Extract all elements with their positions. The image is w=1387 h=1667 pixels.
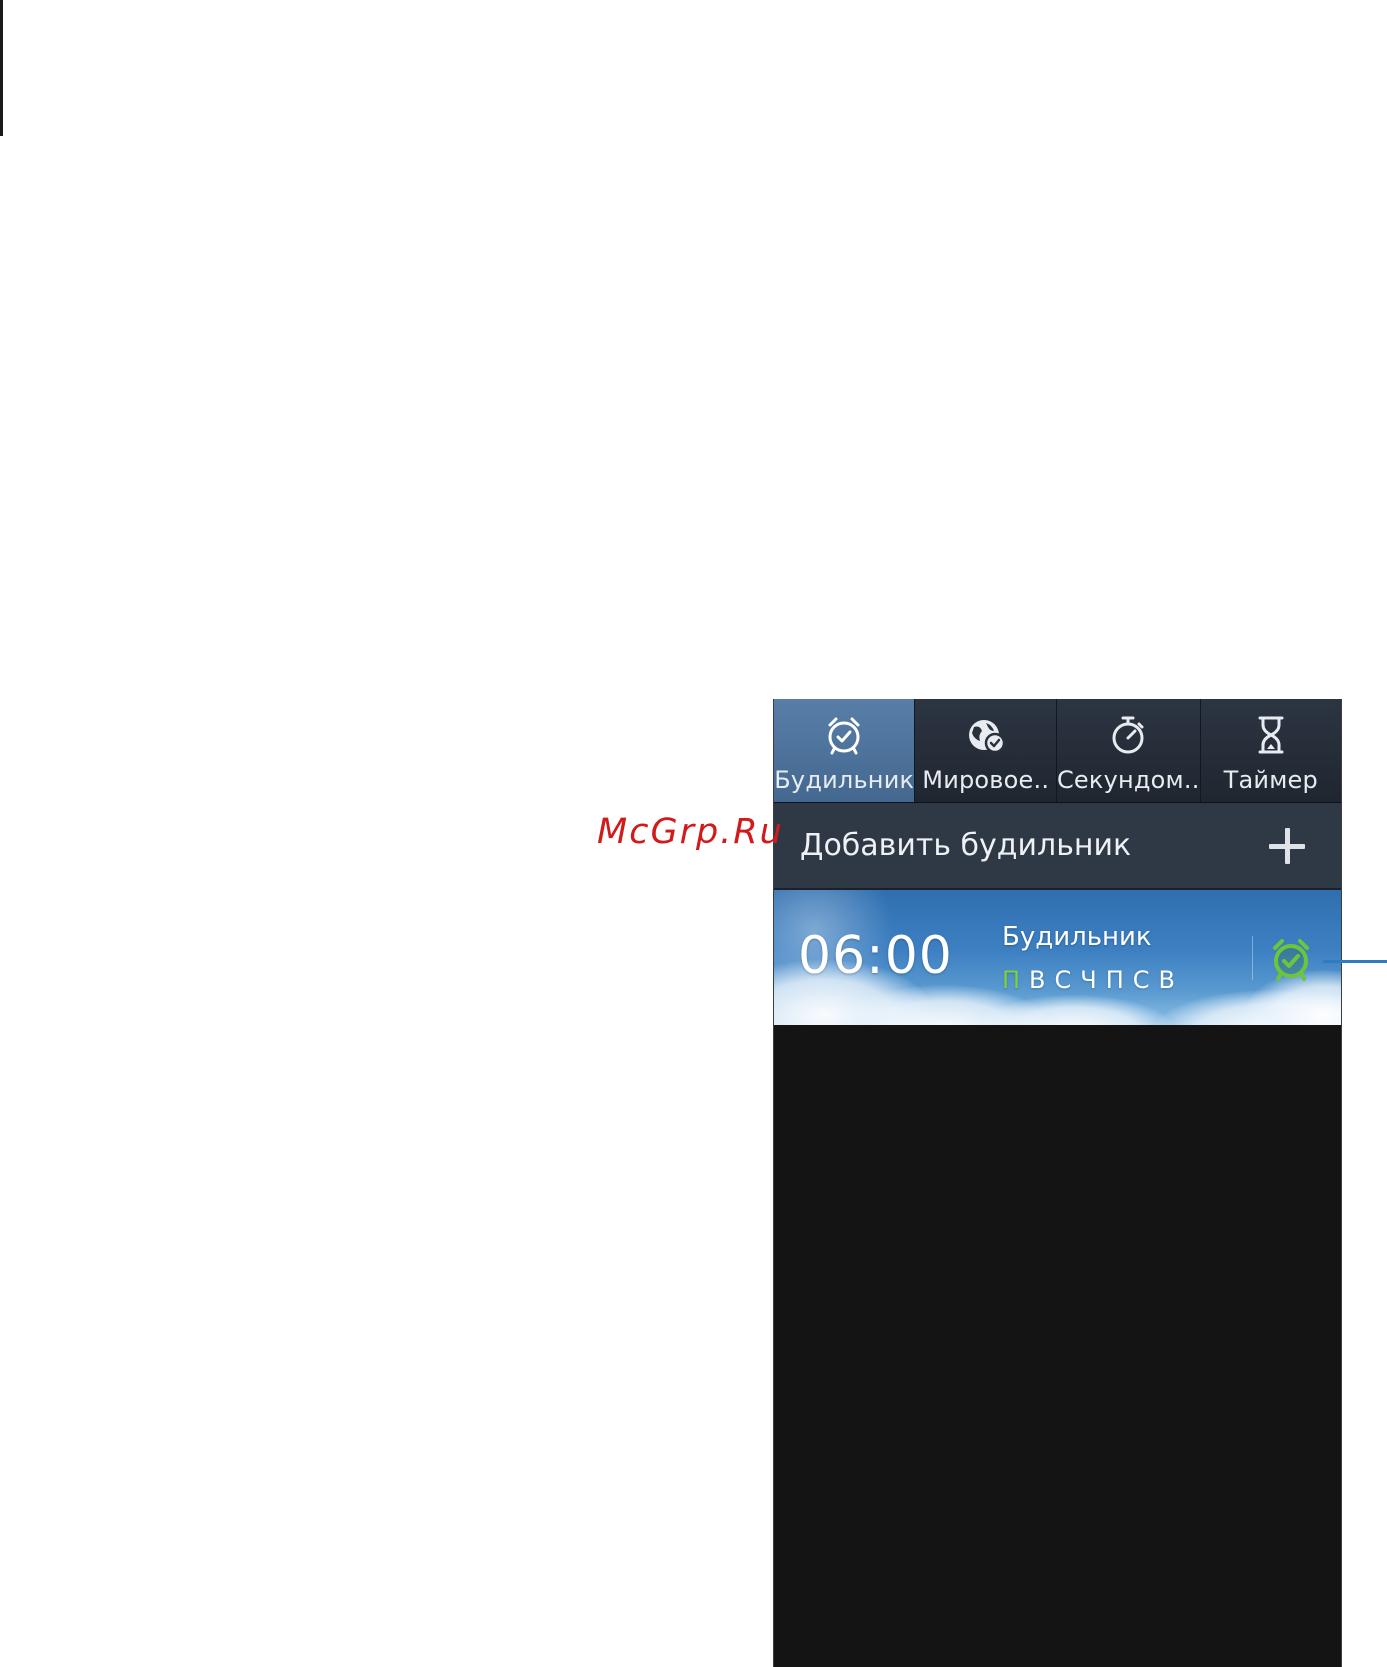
tab-bar: Будильник Мировое.. Секундом.. Таймер [774,699,1341,803]
tab-label: Мировое.. [922,766,1050,794]
day-thu: Ч [1080,966,1098,994]
tab-label: Таймер [1223,766,1318,794]
phone-screen: Будильник Мировое.. Секундом.. Таймер До… [773,699,1342,1667]
tab-label: Секундом.. [1056,766,1200,794]
alarm-time: 06:00 [798,926,953,986]
tab-stopwatch[interactable]: Секундом.. [1057,699,1201,802]
tab-timer[interactable]: Таймер [1201,699,1341,802]
alarm-active-icon[interactable] [1266,934,1316,984]
day-tue: В [1029,966,1047,994]
add-alarm-label: Добавить будильник [800,828,1132,863]
tab-alarm[interactable]: Будильник [774,699,916,802]
alarm-item[interactable]: 06:00 Будильник П В С Ч П С В [774,890,1341,1025]
day-sun: В [1158,966,1177,994]
day-wed: С [1054,966,1073,994]
watermark: McGrp.Ru [597,812,784,852]
alarm-name: Будильник [1002,922,1152,952]
tab-label: Будильник [774,766,915,794]
day-fri: П [1105,966,1125,994]
hourglass-icon [1248,712,1294,758]
day-mon: П [1002,966,1022,994]
stopwatch-icon [1105,712,1151,758]
alarm-days: П В С Ч П С В [1002,966,1176,994]
alarm-clock-icon [821,712,867,758]
plus-icon[interactable] [1267,826,1307,866]
world-clock-icon [963,712,1009,758]
tab-world-clock[interactable]: Мировое.. [915,699,1057,802]
callout-line [1323,960,1387,963]
page-margin-bar [0,0,3,136]
add-alarm-button[interactable]: Добавить будильник [774,803,1341,890]
day-sat: С [1132,966,1151,994]
alarm-divider [1252,936,1253,980]
manual-page: McGrp.Ru Будильник Мировое.. Секундом.. … [0,0,1387,1667]
